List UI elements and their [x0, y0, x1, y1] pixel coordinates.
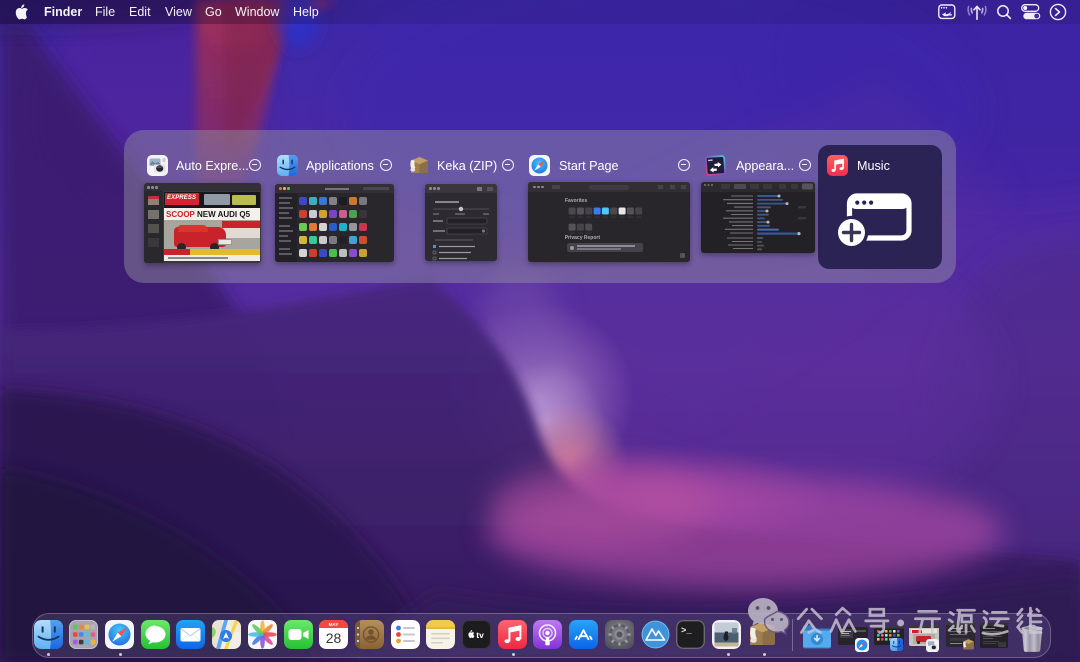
svg-text:MAY: MAY	[329, 622, 339, 627]
svg-text:>_: >_	[681, 626, 692, 636]
svg-text:tv: tv	[476, 630, 484, 640]
svg-text:28: 28	[326, 630, 342, 646]
